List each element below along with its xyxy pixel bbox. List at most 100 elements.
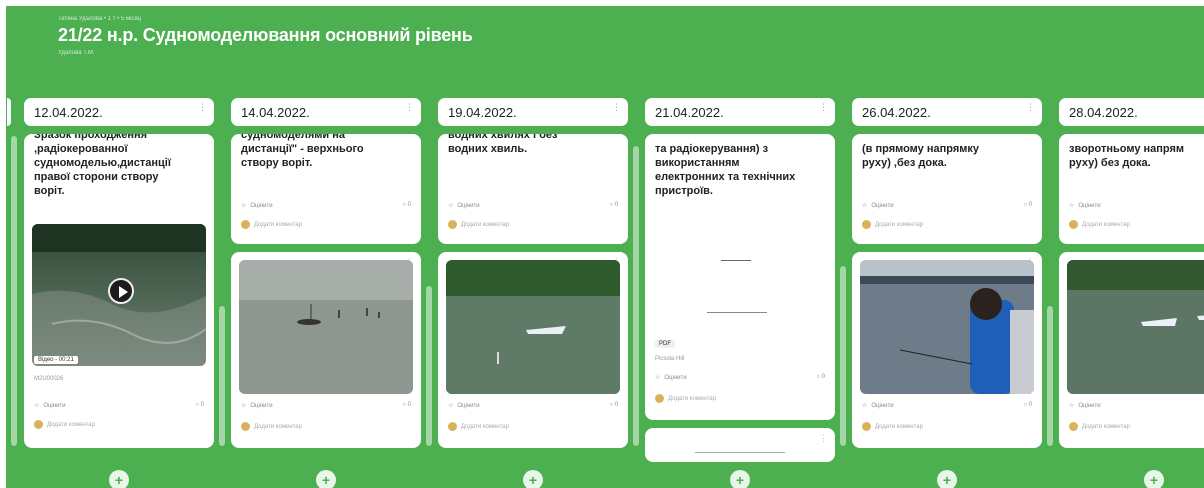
- image-attachment[interactable]: [239, 260, 413, 394]
- reaction-row[interactable]: ☆ Оцінити ○ 0: [241, 202, 411, 214]
- reaction-row[interactable]: ☆Оцінити ○ 0: [241, 402, 411, 414]
- post-card[interactable]: водних хвилях і без водних хвиль. ☆ Оціни…: [438, 134, 628, 244]
- rate-label: Оцінити: [457, 203, 480, 209]
- pdf-page-line: [707, 312, 767, 313]
- post-text: водних хвилях і без водних хвиль.: [448, 134, 558, 155]
- comment-placeholder: Додати коментар: [461, 222, 509, 229]
- add-post-button[interactable]: +: [109, 470, 129, 488]
- column-date: 12.04.2022.: [34, 105, 103, 120]
- kebab-icon[interactable]: ⋮: [198, 102, 207, 113]
- column-scrollbar[interactable]: [633, 146, 639, 446]
- post-text: Зразок проходження ,радіокерованної судн…: [34, 134, 171, 197]
- add-comment[interactable]: Додати коментар: [241, 422, 411, 434]
- column-scrollbar[interactable]: [7, 98, 11, 126]
- column-scrollbar[interactable]: [840, 266, 846, 446]
- comment-placeholder: Додати коментар: [668, 396, 716, 403]
- add-post-button[interactable]: +: [730, 470, 750, 488]
- column-scrollbar[interactable]: [219, 306, 225, 446]
- reaction-row[interactable]: ☆Оцінити ○ 0: [34, 402, 204, 414]
- star-icon[interactable]: ☆: [448, 203, 453, 209]
- post-card[interactable]: Зразок проходження ,радіокерованної судн…: [24, 134, 214, 448]
- add-comment[interactable]: Додати коментар: [655, 394, 825, 406]
- add-comment[interactable]: Додати коментар: [1069, 422, 1204, 434]
- reaction-row[interactable]: ☆Оцінити ○ 0: [655, 374, 825, 386]
- star-icon[interactable]: ☆: [34, 403, 39, 409]
- star-icon[interactable]: ☆: [1069, 203, 1074, 209]
- post-text: зворотньому напрям руху) без дока.: [1069, 143, 1185, 169]
- kebab-icon[interactable]: ⋮: [612, 102, 621, 113]
- comment-placeholder: Додати коментар: [254, 222, 302, 229]
- reaction-row[interactable]: ☆Оцінити ○ 0: [448, 202, 618, 214]
- add-post-button[interactable]: +: [523, 470, 543, 488]
- avatar: [1069, 220, 1078, 229]
- star-icon[interactable]: ☆: [1069, 403, 1074, 409]
- post-card[interactable]: ☆Оцінити ○ 0 Додати коментар: [1059, 252, 1204, 448]
- rate-label: Оцінити: [250, 203, 273, 209]
- image-attachment[interactable]: [860, 260, 1034, 394]
- rate-label: Оцінити: [871, 203, 894, 209]
- board-title: 21/22 н.р. Судномоделювання основний рів…: [58, 25, 473, 45]
- column-scrollbar[interactable]: [11, 136, 17, 446]
- post-card[interactable]: (в прямому напрямку руху) ,без дока. ☆ Оц…: [852, 134, 1042, 244]
- avatar: [34, 420, 43, 429]
- play-icon[interactable]: [108, 278, 134, 304]
- star-icon[interactable]: ☆: [241, 203, 246, 209]
- attachment-name: M2U00026: [34, 376, 64, 382]
- video-thumbnail[interactable]: Відео - 00:21: [32, 224, 206, 366]
- column-19-04: 19.04.2022. ⋮ водних хвилях і без водних…: [438, 98, 628, 488]
- kebab-icon[interactable]: ⋮: [405, 102, 414, 113]
- add-comment[interactable]: Додати коментар: [862, 220, 1032, 232]
- image-attachment[interactable]: [446, 260, 620, 394]
- pdf-preview[interactable]: [655, 234, 825, 334]
- column-header[interactable]: 26.04.2022. ⋮: [852, 98, 1042, 126]
- comment-icon: ○: [609, 202, 613, 208]
- add-comment[interactable]: Додати коментар: [1069, 220, 1204, 232]
- reaction-row[interactable]: ☆Оцінити ○ 0: [1069, 402, 1204, 414]
- column-date: 26.04.2022.: [862, 105, 931, 120]
- post-card[interactable]: та радіокерування) з використанням елект…: [645, 134, 835, 420]
- star-icon[interactable]: ☆: [241, 403, 246, 409]
- reaction-row[interactable]: ☆Оцінити ○ 0: [448, 402, 618, 414]
- add-comment[interactable]: Додати коментар: [448, 220, 618, 232]
- kebab-icon[interactable]: ⋮: [819, 102, 828, 113]
- column-date: 28.04.2022.: [1069, 105, 1138, 120]
- add-post-button[interactable]: +: [316, 470, 336, 488]
- column-header[interactable]: 14.04.2022. ⋮: [231, 98, 421, 126]
- column-header[interactable]: 21.04.2022. ⋮: [645, 98, 835, 126]
- comment-count: ○ 0: [402, 202, 411, 208]
- post-card[interactable]: ⋮ ☆Оцінити ○ 0 Додати коментар: [231, 252, 421, 448]
- pdf-page-line: [721, 260, 751, 261]
- add-post-button[interactable]: +: [937, 470, 957, 488]
- add-comment[interactable]: Додати коментар: [448, 422, 618, 434]
- add-comment[interactable]: Додати коментар: [862, 422, 1032, 434]
- column-header[interactable]: 12.04.2022. ⋮: [24, 98, 214, 126]
- star-icon[interactable]: ☆: [862, 403, 867, 409]
- post-card[interactable]: ⋮ ☆Оцінити ○ 0 Додати коментар: [438, 252, 628, 448]
- column-scrollbar[interactable]: [1047, 306, 1053, 446]
- reaction-row[interactable]: ☆Оцінити ○ 0: [862, 202, 1032, 214]
- column-scrollbar[interactable]: [426, 286, 432, 446]
- column-header[interactable]: 19.04.2022. ⋮: [438, 98, 628, 126]
- reaction-row[interactable]: ☆Оцінити ○ 0: [862, 402, 1032, 414]
- star-icon[interactable]: ☆: [862, 203, 867, 209]
- post-card[interactable]: судномоделями на дистанції" - верхнього …: [231, 134, 421, 244]
- column-21-04: 21.04.2022. ⋮ та радіокерування) з викор…: [645, 98, 835, 488]
- comment-icon: ○: [816, 374, 820, 380]
- add-comment[interactable]: Додати коментар: [241, 220, 411, 232]
- comment-placeholder: Додати коментар: [461, 424, 509, 431]
- add-comment[interactable]: Додати коментар: [34, 420, 204, 432]
- add-post-button[interactable]: +: [1144, 470, 1164, 488]
- reaction-row[interactable]: ☆Оцінити ○ 0: [1069, 202, 1204, 214]
- post-card[interactable]: зворотньому напрям руху) без дока. ☆ Оцін…: [1059, 134, 1204, 244]
- image-attachment[interactable]: [1067, 260, 1204, 394]
- kebab-icon[interactable]: ⋮: [819, 433, 828, 444]
- post-card[interactable]: ⋮ ☆Оцінити ○ 0 Додати коментар: [852, 252, 1042, 448]
- star-icon[interactable]: ☆: [655, 375, 660, 381]
- post-card[interactable]: ⋮: [645, 428, 835, 462]
- board-meta: Тетяна Удалова • 1 т • 5 місяц: [58, 16, 142, 22]
- column-header[interactable]: 28.04.2022. ⋮: [1059, 98, 1204, 126]
- kebab-icon[interactable]: ⋮: [1026, 102, 1035, 113]
- comment-icon: ○: [1023, 402, 1027, 408]
- star-icon[interactable]: ☆: [448, 403, 453, 409]
- rate-label: Оцінити: [457, 403, 480, 409]
